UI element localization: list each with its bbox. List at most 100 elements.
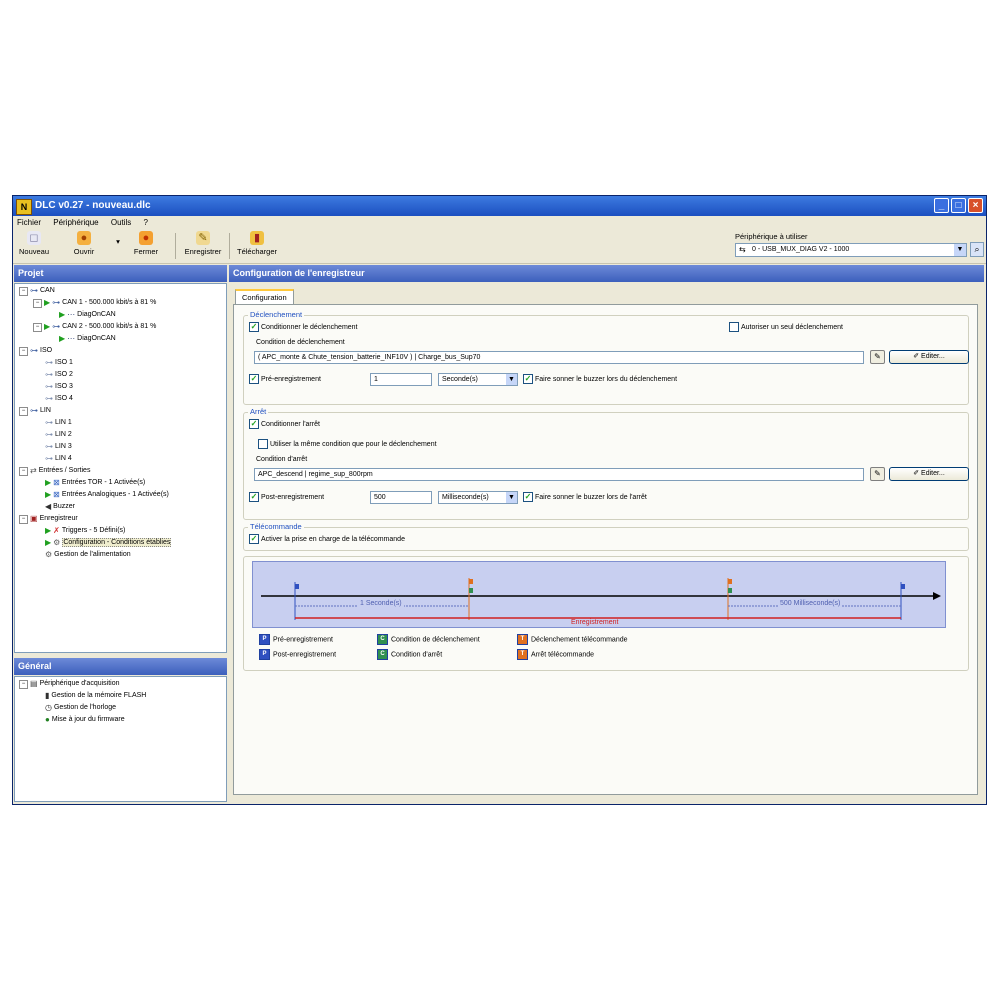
- pre-record-flag: [295, 584, 299, 589]
- menu-help[interactable]: ?: [144, 216, 148, 229]
- menu-peripherique[interactable]: Périphérique: [53, 216, 98, 229]
- tree-item-flash[interactable]: ▮ Gestion de la mémoire FLASH: [45, 691, 146, 702]
- tree-item-acquisition-device[interactable]: − ▤ Périphérique d'acquisition: [19, 679, 120, 690]
- open-dropdown-arrow[interactable]: ▾: [113, 237, 123, 246]
- collapse-icon[interactable]: −: [33, 298, 42, 308]
- collapse-icon[interactable]: −: [19, 286, 28, 296]
- device-select[interactable]: ⇆ 0 - USB_MUX_DIAG V2 - 1000 ▼: [735, 243, 967, 257]
- save-button[interactable]: ✎ Enregistrer: [181, 231, 225, 256]
- tree-item-clock[interactable]: ◷ Gestion de l'horloge: [45, 703, 116, 714]
- checkbox-label: Faire sonner le buzzer lors du déclenche…: [535, 376, 678, 383]
- legend-key: T: [517, 649, 528, 660]
- collapse-icon[interactable]: −: [19, 466, 28, 476]
- edit-button-label: Editer...: [921, 353, 945, 360]
- tree-item-analog-inputs[interactable]: ▶ ⊠ Entrées Analogiques - 1 Activée(s): [45, 490, 169, 501]
- stop-condition-assist-button[interactable]: ✎: [870, 467, 885, 481]
- trigger-condition-label: Condition de déclenchement: [256, 339, 345, 346]
- trigger-buzzer-checkbox[interactable]: ✓ Faire sonner le buzzer lors du déclench…: [523, 374, 677, 385]
- collapse-icon[interactable]: −: [33, 322, 42, 332]
- stop-buzzer-checkbox[interactable]: ✓ Faire sonner le buzzer lors de l'arrêt: [523, 492, 647, 503]
- trigger-edit-button[interactable]: ✐ Editer...: [889, 350, 969, 364]
- menu-outils[interactable]: Outils: [111, 216, 131, 229]
- project-panel-header: Projet: [14, 265, 227, 282]
- bus-icon: ⊶: [45, 370, 53, 379]
- tree-item-firmware[interactable]: ● Mise à jour du firmware: [45, 715, 125, 726]
- post-record-unit-select[interactable]: Milliseconde(s) ▼: [438, 491, 518, 504]
- remote-checkbox[interactable]: ✓ Activer la prise en charge de la téléco…: [249, 534, 405, 545]
- input-icon: ⊠: [53, 490, 60, 499]
- tree-item-lin[interactable]: − ⊶ LIN: [19, 406, 51, 417]
- chevron-down-icon[interactable]: ▼: [506, 492, 517, 503]
- tree-item-can2[interactable]: − ▶ ⊶ CAN 2 - 500.000 kbit/s à 81 %: [33, 322, 156, 333]
- stop-condition-checkbox[interactable]: ✓ Conditionner l'arrêt: [249, 419, 320, 430]
- menu-fichier[interactable]: Fichier: [17, 216, 41, 229]
- post-record-checkbox[interactable]: ✓ Post-enregistrement: [249, 492, 324, 503]
- post-span-label: 500 Milliseconde(s): [778, 600, 843, 607]
- collapse-icon[interactable]: −: [19, 514, 28, 524]
- chevron-down-icon[interactable]: ▼: [954, 244, 966, 256]
- memory-icon: ▮: [45, 691, 50, 700]
- tree-label: ISO 2: [55, 371, 73, 378]
- tree-item-io[interactable]: − ⇄ Entrées / Sorties: [19, 466, 90, 477]
- pre-record-unit-select[interactable]: Seconde(s) ▼: [438, 373, 518, 386]
- chevron-down-icon[interactable]: ▼: [506, 374, 517, 385]
- tree-item-buzzer[interactable]: ◀ Buzzer: [45, 502, 75, 513]
- tree-item-configuration[interactable]: ▶ ⚙ Configuration - Conditions établies: [45, 538, 172, 549]
- collapse-icon[interactable]: −: [19, 346, 28, 356]
- tree-item-digital-inputs[interactable]: ▶ ⊠ Entrées TOR - 1 Activée(s): [45, 478, 145, 489]
- pre-record-value-input[interactable]: 1: [370, 373, 432, 386]
- trigger-condition-assist-button[interactable]: ✎: [870, 350, 885, 364]
- trigger-condition-checkbox[interactable]: ✓ Conditionner le déclenchement: [249, 322, 358, 333]
- tree-label: Mise à jour du firmware: [51, 716, 125, 723]
- minimize-button[interactable]: _: [934, 198, 949, 213]
- tree-label: LIN 1: [55, 419, 72, 426]
- maximize-button[interactable]: □: [951, 198, 966, 213]
- same-condition-checkbox[interactable]: Utiliser la même condition que pour le d…: [258, 439, 437, 450]
- tree-item-iso2[interactable]: ⊶ ISO 2: [45, 370, 73, 381]
- tree-item-diagoncan-2[interactable]: ▶ ⋯ DiagOnCAN: [59, 334, 116, 345]
- check-icon: ✓: [249, 534, 259, 545]
- close-button[interactable]: ×: [968, 198, 983, 213]
- tree-item-iso[interactable]: − ⊶ ISO: [19, 346, 52, 357]
- tree-item-iso3[interactable]: ⊶ ISO 3: [45, 382, 73, 393]
- tree-item-lin1[interactable]: ⊶ LIN 1: [45, 418, 72, 429]
- open-button[interactable]: ● Ouvrir: [69, 231, 99, 256]
- collapse-icon[interactable]: −: [19, 679, 28, 689]
- io-icon: ⇄: [30, 466, 37, 475]
- post-record-value-input[interactable]: 500: [370, 491, 432, 504]
- tree-item-triggers[interactable]: ▶ ✗ Triggers - 5 Défini(s): [45, 526, 125, 537]
- single-trigger-checkbox[interactable]: Autoriser un seul déclenchement: [729, 322, 843, 333]
- checkbox-label: Faire sonner le buzzer lors de l'arrêt: [535, 494, 647, 501]
- device-icon: ▤: [30, 679, 38, 688]
- checkbox-label: Autoriser un seul déclenchement: [741, 324, 843, 331]
- tree-item-lin2[interactable]: ⊶ LIN 2: [45, 430, 72, 441]
- tree-item-lin3[interactable]: ⊶ LIN 3: [45, 442, 72, 453]
- stop-edit-button[interactable]: ✐ Editer...: [889, 467, 969, 481]
- bus-icon: ⊶: [45, 418, 53, 427]
- tree-item-iso1[interactable]: ⊶ ISO 1: [45, 358, 73, 369]
- stop-condition-field[interactable]: APC_descend | regime_sup_800rpm: [254, 468, 864, 481]
- collapse-icon[interactable]: −: [19, 406, 28, 416]
- tree-item-power[interactable]: ⚙ Gestion de l'alimentation: [45, 550, 131, 561]
- bus-icon: ⊶: [52, 298, 61, 307]
- check-icon: ✓: [249, 374, 259, 385]
- tree-item-can1[interactable]: − ▶ ⊶ CAN 1 - 500.000 kbit/s à 81 %: [33, 298, 156, 309]
- tree-item-can[interactable]: − ⊶ CAN: [19, 286, 55, 297]
- download-button[interactable]: ▮ Télécharger: [235, 231, 279, 256]
- tab-configuration[interactable]: Configuration: [235, 289, 294, 305]
- tree-label: Gestion de la mémoire FLASH: [51, 692, 147, 699]
- pre-record-checkbox[interactable]: ✓ Pré-enregistrement: [249, 374, 321, 385]
- checkbox-box: [258, 439, 268, 450]
- tree-item-recorder[interactable]: − ▣ Enregistreur: [19, 514, 78, 525]
- configuration-panel: Déclenchement ✓ Conditionner le déclenche…: [233, 304, 978, 795]
- trigger-condition-field[interactable]: ( APC_monte & Chute_tension_batterie_INF…: [254, 351, 864, 364]
- tree-item-diagoncan-1[interactable]: ▶ ⋯ DiagOnCAN: [59, 310, 116, 321]
- device-search-button[interactable]: ⌕: [970, 242, 984, 257]
- tree-item-iso4[interactable]: ⊶ ISO 4: [45, 394, 73, 405]
- tree-label: CAN: [40, 287, 55, 294]
- protocol-icon: ⋯: [67, 334, 76, 343]
- new-button[interactable]: ◻ Nouveau: [19, 231, 49, 256]
- close-file-button[interactable]: ● Fermer: [131, 231, 161, 256]
- tree-item-lin4[interactable]: ⊶ LIN 4: [45, 454, 72, 465]
- window-title: DLC v0.27 - nouveau.dlc: [35, 200, 151, 211]
